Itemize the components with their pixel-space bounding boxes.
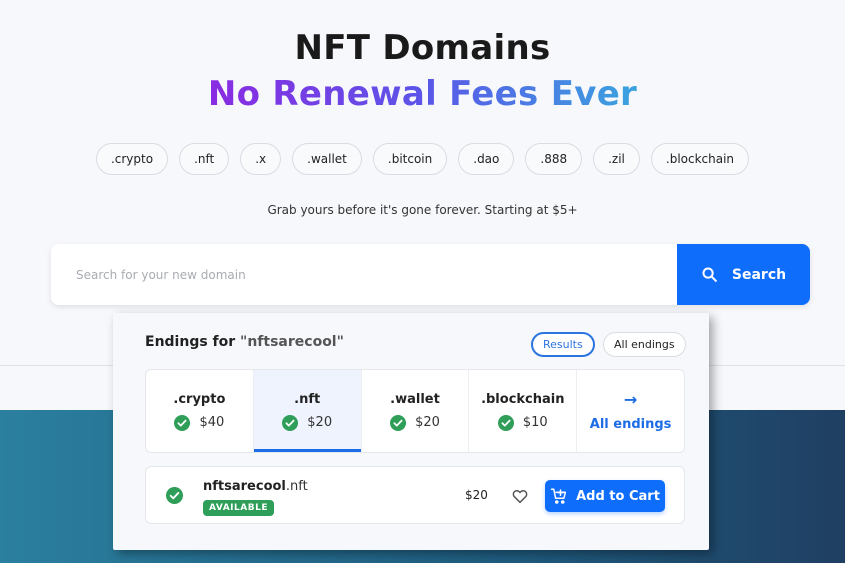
hero-subtitle: No Renewal Fees Ever xyxy=(0,74,845,114)
result-row: nftsarecool.nft AVAILABLE $20 Add to Car… xyxy=(145,466,685,524)
ending-card-crypto[interactable]: .crypto $40 xyxy=(146,370,254,452)
search-button[interactable]: Search xyxy=(677,244,810,305)
check-circle-icon xyxy=(282,414,299,431)
result-price: $20 xyxy=(465,488,488,502)
check-circle-icon xyxy=(174,414,191,431)
tagline: Grab yours before it's gone forever. Sta… xyxy=(267,203,578,217)
ending-price: $20 xyxy=(415,415,440,430)
availability-badge: AVAILABLE xyxy=(203,500,274,516)
endings-title-prefix: Endings for xyxy=(145,334,236,350)
domain-search-input[interactable] xyxy=(51,244,677,305)
tld-chip-x[interactable]: .x xyxy=(240,143,282,175)
ending-price-row: $10 xyxy=(497,414,548,431)
ending-price: $10 xyxy=(522,415,548,430)
ending-price-row: $20 xyxy=(390,414,440,431)
hero-subtitle-text: No Renewal Fees Ever xyxy=(207,74,638,114)
tld-chip-bitcoin[interactable]: .bitcoin xyxy=(372,143,448,175)
check-circle-icon xyxy=(390,414,407,431)
endings-query: "nftsarecool" xyxy=(240,334,344,350)
endings-panel: Endings for "nftsarecool" Results All en… xyxy=(113,313,709,550)
all-endings-link[interactable]: → All endings xyxy=(577,370,684,452)
tld-chip-888[interactable]: .888 xyxy=(525,143,583,175)
tld-chip-zil[interactable]: .zil xyxy=(593,143,640,175)
ending-price: $40 xyxy=(199,415,225,430)
heart-icon[interactable] xyxy=(511,487,529,505)
endings-title: Endings for "nftsarecool" xyxy=(145,334,344,350)
result-domain: nftsarecool.nft xyxy=(203,479,308,494)
add-to-cart-button[interactable]: Add to Cart xyxy=(545,480,665,512)
tld-chip-dao[interactable]: .dao xyxy=(458,143,515,175)
result-domain-tld: .nft xyxy=(285,479,308,494)
ending-card-wallet[interactable]: .wallet $20 xyxy=(362,370,470,452)
tld-chip-crypto[interactable]: .crypto xyxy=(95,143,169,175)
cart-add-icon xyxy=(550,488,567,504)
search-icon xyxy=(702,267,717,282)
ending-card-blockchain[interactable]: .blockchain $10 xyxy=(469,370,578,452)
ending-price-row: $40 xyxy=(174,414,225,431)
tld-chip-wallet[interactable]: .wallet xyxy=(292,143,362,175)
search-bar: Search xyxy=(51,244,810,305)
ending-name: .blockchain xyxy=(481,391,565,407)
check-circle-icon xyxy=(497,414,514,431)
ending-price: $20 xyxy=(307,415,333,430)
ending-card-nft[interactable]: .nft $20 xyxy=(253,370,362,452)
add-to-cart-label: Add to Cart xyxy=(576,488,660,504)
hero-title: NFT Domains xyxy=(294,28,551,68)
ending-name: .wallet xyxy=(390,391,440,407)
tld-chip-list: .crypto .nft .x .wallet .bitcoin .dao .8… xyxy=(0,143,845,175)
ending-name: .crypto xyxy=(173,391,226,407)
arrow-right-icon: → xyxy=(623,390,638,409)
tld-chip-blockchain[interactable]: .blockchain xyxy=(650,143,750,175)
tld-chip-nft[interactable]: .nft xyxy=(179,143,230,175)
result-domain-name: nftsarecool xyxy=(203,479,286,494)
all-endings-toggle[interactable]: All endings xyxy=(603,332,686,357)
check-circle-icon xyxy=(166,487,183,504)
ending-name: .nft xyxy=(294,391,321,407)
results-toggle[interactable]: Results xyxy=(531,332,595,357)
search-button-label: Search xyxy=(731,266,787,283)
ending-price-row: $20 xyxy=(282,414,333,431)
all-endings-label: All endings xyxy=(589,417,672,432)
endings-row: .crypto $40 .nft $20 .wallet $20 .blockc… xyxy=(145,369,685,453)
